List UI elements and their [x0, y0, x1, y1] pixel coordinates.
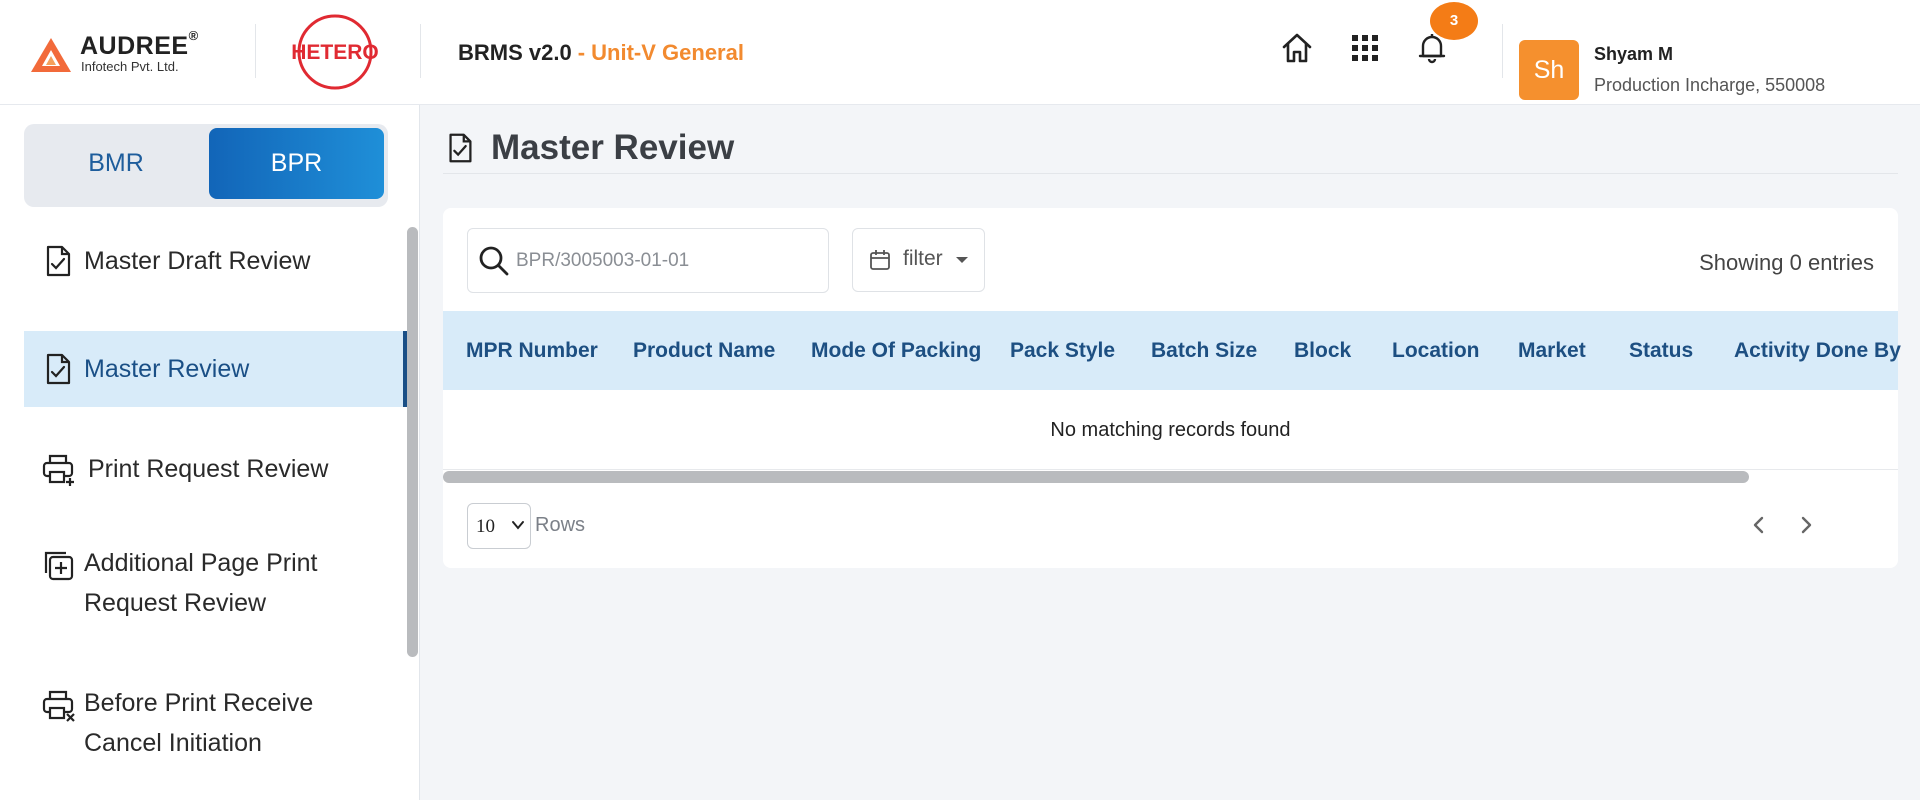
top-header: AUDREE® Infotech Pvt. Ltd. HETERO BRMS v…: [0, 0, 1920, 105]
copy-plus-icon: [44, 551, 74, 581]
app-name: BRMS v2.0: [458, 40, 572, 65]
sidebar-item-label-line2: Request Review: [84, 589, 267, 617]
sidebar: BMR BPR Master Draft Review Master Revie…: [0, 105, 420, 800]
column-header[interactable]: Status: [1629, 311, 1693, 390]
svg-text:HETERO: HETERO: [291, 41, 379, 64]
chevron-left-icon[interactable]: [1748, 514, 1770, 536]
page-title: Master Review: [491, 128, 735, 167]
records-card: filter Showing 0 entries MPR Number Prod…: [443, 208, 1901, 568]
header-divider: [420, 24, 421, 78]
empty-state-message: No matching records found: [443, 390, 1898, 470]
sidebar-scrollbar[interactable]: [407, 227, 418, 657]
caret-down-icon: [956, 257, 968, 263]
table-horizontal-scrollbar[interactable]: [443, 471, 1749, 483]
user-role: Production Incharge, 550008: [1594, 75, 1826, 95]
notification-badge[interactable]: 3: [1430, 2, 1478, 40]
bpr-tab[interactable]: BPR: [209, 128, 384, 199]
table-header: MPR Number Product Name Mode Of Packing …: [443, 311, 1901, 390]
hetero-logo: HETERO: [288, 12, 382, 92]
app-title: BRMS v2.0- Unit-V General: [458, 40, 744, 66]
entries-count: Showing 0 entries: [1699, 250, 1874, 275]
header-divider: [1502, 24, 1503, 78]
rows-per-page-select[interactable]: 10: [467, 503, 531, 549]
column-header[interactable]: MPR Number: [466, 311, 598, 390]
app-unit: - Unit-V General: [577, 40, 744, 65]
home-icon[interactable]: [1279, 30, 1315, 66]
document-check-icon: [46, 353, 71, 385]
bmr-tab[interactable]: BMR: [28, 128, 204, 199]
search-box: [467, 228, 829, 293]
sidebar-item-before-print-receive-cancel-initiation[interactable]: Before Print Receive Cancel Initiation: [24, 675, 408, 765]
sidebar-item-label: Master Draft Review: [84, 247, 311, 275]
sidebar-item-label: Additional Page Print: [84, 549, 318, 577]
audree-logo[interactable]: AUDREE® Infotech Pvt. Ltd.: [30, 28, 220, 78]
rows-per-page-value: 10: [476, 516, 495, 537]
sidebar-item-label: Before Print Receive: [84, 689, 314, 717]
sidebar-item-label: Master Review: [84, 355, 250, 383]
printer-x-icon: [42, 690, 75, 722]
calendar-icon: [870, 250, 890, 270]
company-subtitle: Infotech Pvt. Ltd.: [81, 59, 179, 74]
filter-label: filter: [903, 247, 943, 270]
sidebar-item-label-line2: Cancel Initiation: [84, 729, 262, 757]
rows-label: Rows: [535, 514, 586, 536]
column-header[interactable]: Product Name: [633, 311, 775, 390]
column-header[interactable]: Market: [1518, 311, 1586, 390]
column-header[interactable]: Activity Done By: [1734, 311, 1901, 390]
page-header: Master Review: [443, 128, 1898, 174]
sidebar-item-label: Print Request Review: [88, 455, 329, 483]
sidebar-item-additional-page-print-request-review[interactable]: Additional Page Print Request Review: [24, 535, 408, 625]
column-header[interactable]: Batch Size: [1151, 311, 1257, 390]
sidebar-item-master-draft-review[interactable]: Master Draft Review: [24, 229, 408, 293]
document-check-icon: [449, 133, 472, 163]
apps-grid-icon[interactable]: [1347, 30, 1383, 66]
printer-plus-icon: [42, 454, 74, 486]
column-header[interactable]: Pack Style: [1010, 311, 1115, 390]
search-input[interactable]: [516, 241, 816, 281]
company-name: AUDREE®: [80, 28, 199, 60]
user-name[interactable]: Shyam M: [1594, 44, 1673, 65]
record-type-toggle: BMR BPR: [24, 124, 388, 207]
search-icon: [479, 246, 509, 276]
chevron-right-icon[interactable]: [1795, 514, 1817, 536]
audree-logo-mark: [31, 38, 71, 72]
filter-button[interactable]: filter: [852, 228, 985, 292]
document-check-icon: [46, 245, 71, 277]
avatar[interactable]: Sh: [1519, 40, 1579, 100]
column-header[interactable]: Block: [1294, 311, 1351, 390]
sidebar-item-master-review[interactable]: Master Review: [24, 331, 408, 407]
column-header[interactable]: Mode Of Packing: [811, 311, 981, 390]
chevron-down-icon: [512, 521, 524, 530]
header-divider: [255, 24, 256, 78]
sidebar-item-print-request-review[interactable]: Print Request Review: [24, 437, 408, 501]
column-header[interactable]: Location: [1392, 311, 1480, 390]
